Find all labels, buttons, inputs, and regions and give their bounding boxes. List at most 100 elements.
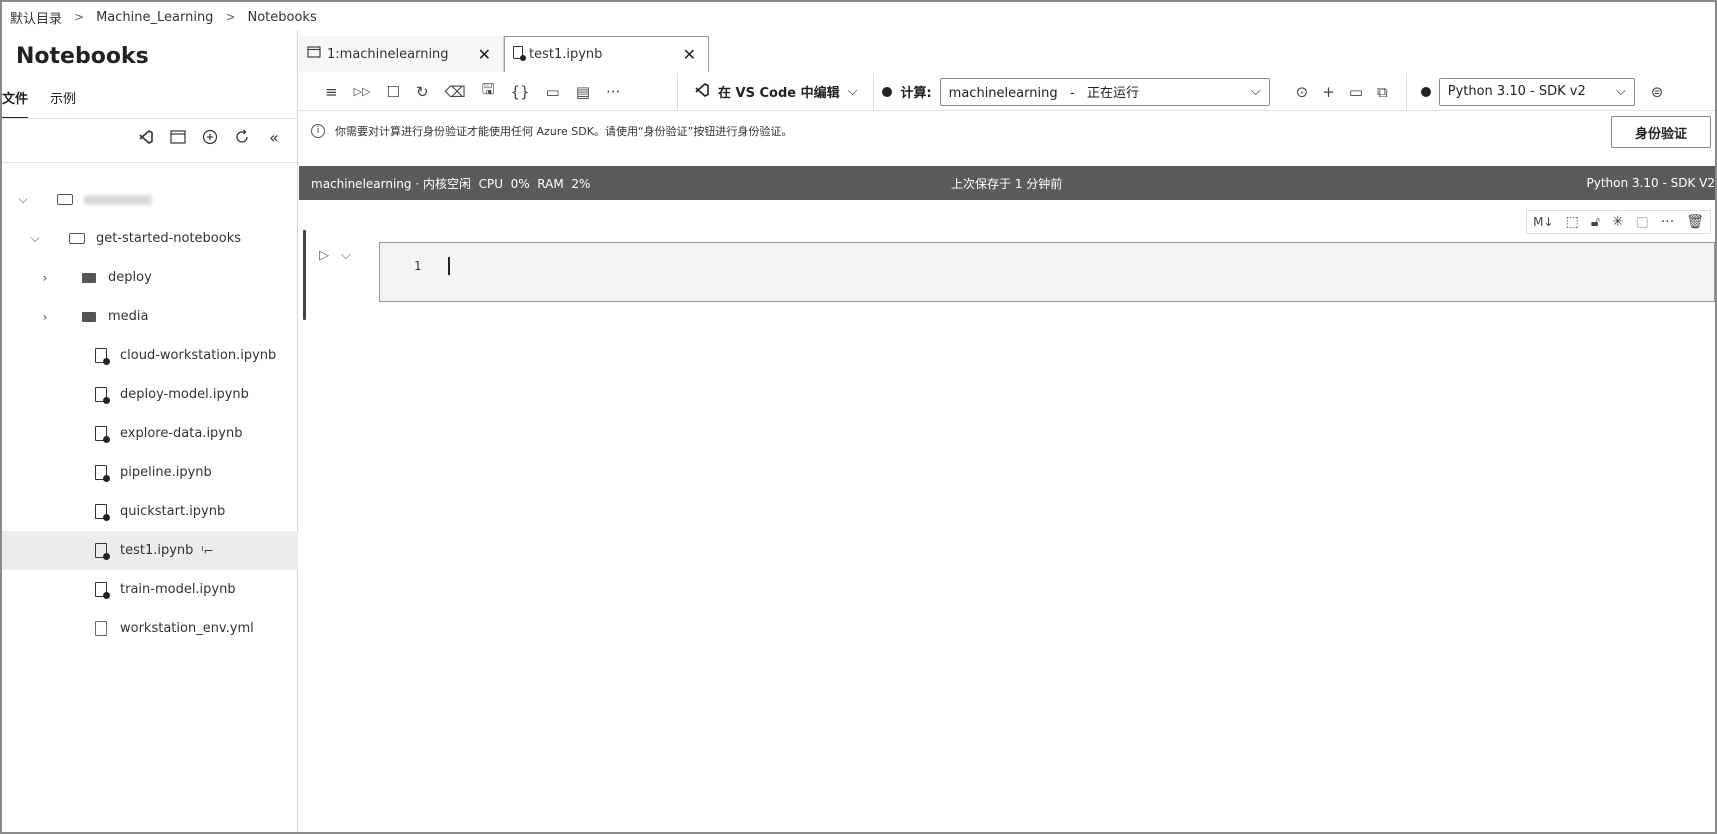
run-cell-icon[interactable]: ▷ <box>319 248 329 263</box>
code-cell[interactable]: 1 <box>379 242 1715 302</box>
authenticate-button[interactable]: 身份验证 <box>1611 116 1711 148</box>
tree-item-file[interactable]: deploy-model.ipynb <box>2 375 298 414</box>
tree-item-file[interactable]: pipeline.ipynb <box>2 453 298 492</box>
text-cursor <box>448 257 450 275</box>
menu-icon[interactable]: ≡ <box>325 83 338 101</box>
tab-label: 1:machinelearning <box>327 46 449 62</box>
compute-details-icon[interactable]: ⊙ <box>1296 83 1309 101</box>
lock-icon[interactable]: 🔓︎ <box>1591 214 1600 230</box>
refresh-icon[interactable] <box>233 128 251 146</box>
variables-icon[interactable]: {} <box>511 83 530 101</box>
chevron-down-icon: ⌵ <box>1615 84 1626 99</box>
select-cell-icon[interactable]: ⬚ <box>1566 214 1579 230</box>
compute-actions: ⊙ + ▭ ⧉ <box>1278 72 1407 111</box>
open-terminal-icon[interactable]: ▭ <box>1349 83 1363 101</box>
tree-item-file[interactable]: cloud-workstation.ipynb <box>2 336 298 375</box>
notebook-file-icon <box>92 543 110 560</box>
add-icon[interactable] <box>201 128 219 146</box>
open-in-new-icon[interactable]: ⧉ <box>1377 83 1388 101</box>
terminal-icon[interactable] <box>169 128 187 146</box>
notebook-file-icon <box>92 387 110 404</box>
stop-icon[interactable]: ☐ <box>387 83 400 101</box>
notice-text: 你需要对计算进行身份验证才能使用任何 Azure SDK。请使用“身份验证”按钮… <box>335 125 793 138</box>
markdown-toggle-icon[interactable]: M↓ <box>1533 215 1553 229</box>
comment-icon[interactable]: ▢ <box>1636 214 1649 230</box>
line-number: 1 <box>414 259 422 273</box>
tree-item-file-selected[interactable]: test1.ipynb ˡ⌐ <box>2 531 298 570</box>
close-icon[interactable]: ✕ <box>683 45 696 64</box>
loading-spinner-icon: ˡ⌐ <box>201 543 214 558</box>
notebook-file-icon <box>92 426 110 443</box>
chevron-down-icon: ⌵ <box>847 84 858 99</box>
explorer-toolbar: « <box>137 128 283 147</box>
kernel-status-text: machinelearning · 内核空闲 CPU 0% RAM 2% <box>311 176 591 191</box>
chevron-down-icon[interactable]: ⌵ <box>28 231 42 246</box>
tree-item-file[interactable]: quickstart.ipynb <box>2 492 298 531</box>
notebook-file-icon <box>92 582 110 599</box>
kernel-value: Python 3.10 - SDK v2 <box>1447 84 1586 99</box>
kernel-settings-icon[interactable]: ⊜ <box>1651 83 1664 101</box>
tree-item-label: train-model.ipynb <box>120 582 236 597</box>
tree-item-label: deploy-model.ipynb <box>120 387 249 402</box>
vscode-icon <box>694 82 710 102</box>
clear-outputs-icon[interactable]: ⌫ <box>445 83 466 101</box>
breadcrumb: 默认目录 > Machine_Learning > Notebooks <box>10 6 317 28</box>
tree-item-folder[interactable]: › deploy <box>2 258 298 297</box>
file-tree: ⌵ ⌵ get-started-notebooks › deploy › med… <box>2 180 298 648</box>
notebook-file-icon <box>92 348 110 365</box>
tree-item-label: pipeline.ipynb <box>120 465 212 480</box>
breadcrumb-item-notebooks[interactable]: Notebooks <box>248 10 317 25</box>
kernel-status-icon <box>1420 86 1431 97</box>
tab-samples[interactable]: 示例 <box>50 88 76 119</box>
chevron-down-icon[interactable]: ⌵ <box>16 192 30 207</box>
tab-machinelearning-terminal[interactable]: 1:machinelearning ✕ <box>299 36 504 72</box>
add-compute-icon[interactable]: + <box>1322 83 1335 101</box>
freeze-icon[interactable]: ✳ <box>1612 214 1624 230</box>
tree-item-file[interactable]: explore-data.ipynb <box>2 414 298 453</box>
folder-icon <box>56 192 74 208</box>
tree-item-label: quickstart.ipynb <box>120 504 226 519</box>
breadcrumb-item-workspace[interactable]: Machine_Learning <box>96 10 213 25</box>
vscode-icon[interactable] <box>137 128 155 146</box>
run-all-icon[interactable]: ▷▷ <box>354 85 371 98</box>
tree-item-folder[interactable]: › media <box>2 297 298 336</box>
notebook-file-icon <box>513 46 526 63</box>
compute-select[interactable]: machinelearning - 正在运行 ⌵ <box>939 77 1270 106</box>
folder-icon <box>80 270 98 286</box>
more-icon[interactable]: ··· <box>606 83 620 101</box>
more-icon[interactable]: ··· <box>1661 214 1674 230</box>
chevron-down-icon[interactable]: ⌵ <box>341 248 351 263</box>
chevron-right-icon: > <box>225 10 236 24</box>
chevron-right-icon[interactable]: › <box>38 310 52 324</box>
outline-icon[interactable]: ▤ <box>576 83 590 101</box>
edit-in-vscode-button[interactable]: 在 VS Code 中编辑 ⌵ <box>677 72 875 111</box>
delete-icon[interactable]: 🗑︎ <box>1686 214 1704 230</box>
tab-test1-notebook[interactable]: test1.ipynb ✕ <box>504 36 709 72</box>
kernel-section: Python 3.10 - SDK v2 ⌵ ⊜ <box>1407 77 1664 106</box>
terminal-icon[interactable]: ▭ <box>546 83 560 101</box>
tree-item-file[interactable]: workstation_env.yml <box>2 609 298 648</box>
redacted-label <box>84 194 152 205</box>
notebook-editor: 1:machinelearning ✕ test1.ipynb ✕ ≡ ▷▷ ☐… <box>299 30 1715 832</box>
tree-item-root[interactable]: ⌵ <box>2 180 298 219</box>
folder-icon <box>80 309 98 325</box>
chevron-right-icon: > <box>74 10 85 24</box>
save-icon[interactable]: 🖫 <box>482 79 495 104</box>
cell-controls: ▷ ⌵ <box>319 248 351 263</box>
compute-value: machinelearning - 正在运行 <box>948 86 1140 101</box>
terminal-icon <box>307 46 321 62</box>
chevron-down-icon: ⌵ <box>1250 84 1261 99</box>
close-icon[interactable]: ✕ <box>478 45 491 64</box>
collapse-panel-icon[interactable]: « <box>265 128 283 147</box>
tree-item-folder[interactable]: ⌵ get-started-notebooks <box>2 219 298 258</box>
tree-item-file[interactable]: train-model.ipynb <box>2 570 298 609</box>
file-explorer-panel: Notebooks 文件 示例 « ⌵ ⌵ get-started-notebo… <box>2 30 298 832</box>
tree-item-label: test1.ipynb <box>120 543 194 558</box>
notebook-file-icon <box>92 504 110 521</box>
breadcrumb-item-directory[interactable]: 默认目录 <box>10 8 62 27</box>
kernel-select[interactable]: Python 3.10 - SDK v2 ⌵ <box>1438 77 1635 106</box>
chevron-right-icon[interactable]: › <box>38 271 52 285</box>
tab-files[interactable]: 文件 <box>2 88 29 119</box>
notebook-toolbar: ≡ ▷▷ ☐ ↻ ⌫ 🖫 {} ▭ ▤ ··· 在 VS Code 中编辑 ⌵ <box>299 72 1715 111</box>
restart-icon[interactable]: ↻ <box>416 83 429 101</box>
